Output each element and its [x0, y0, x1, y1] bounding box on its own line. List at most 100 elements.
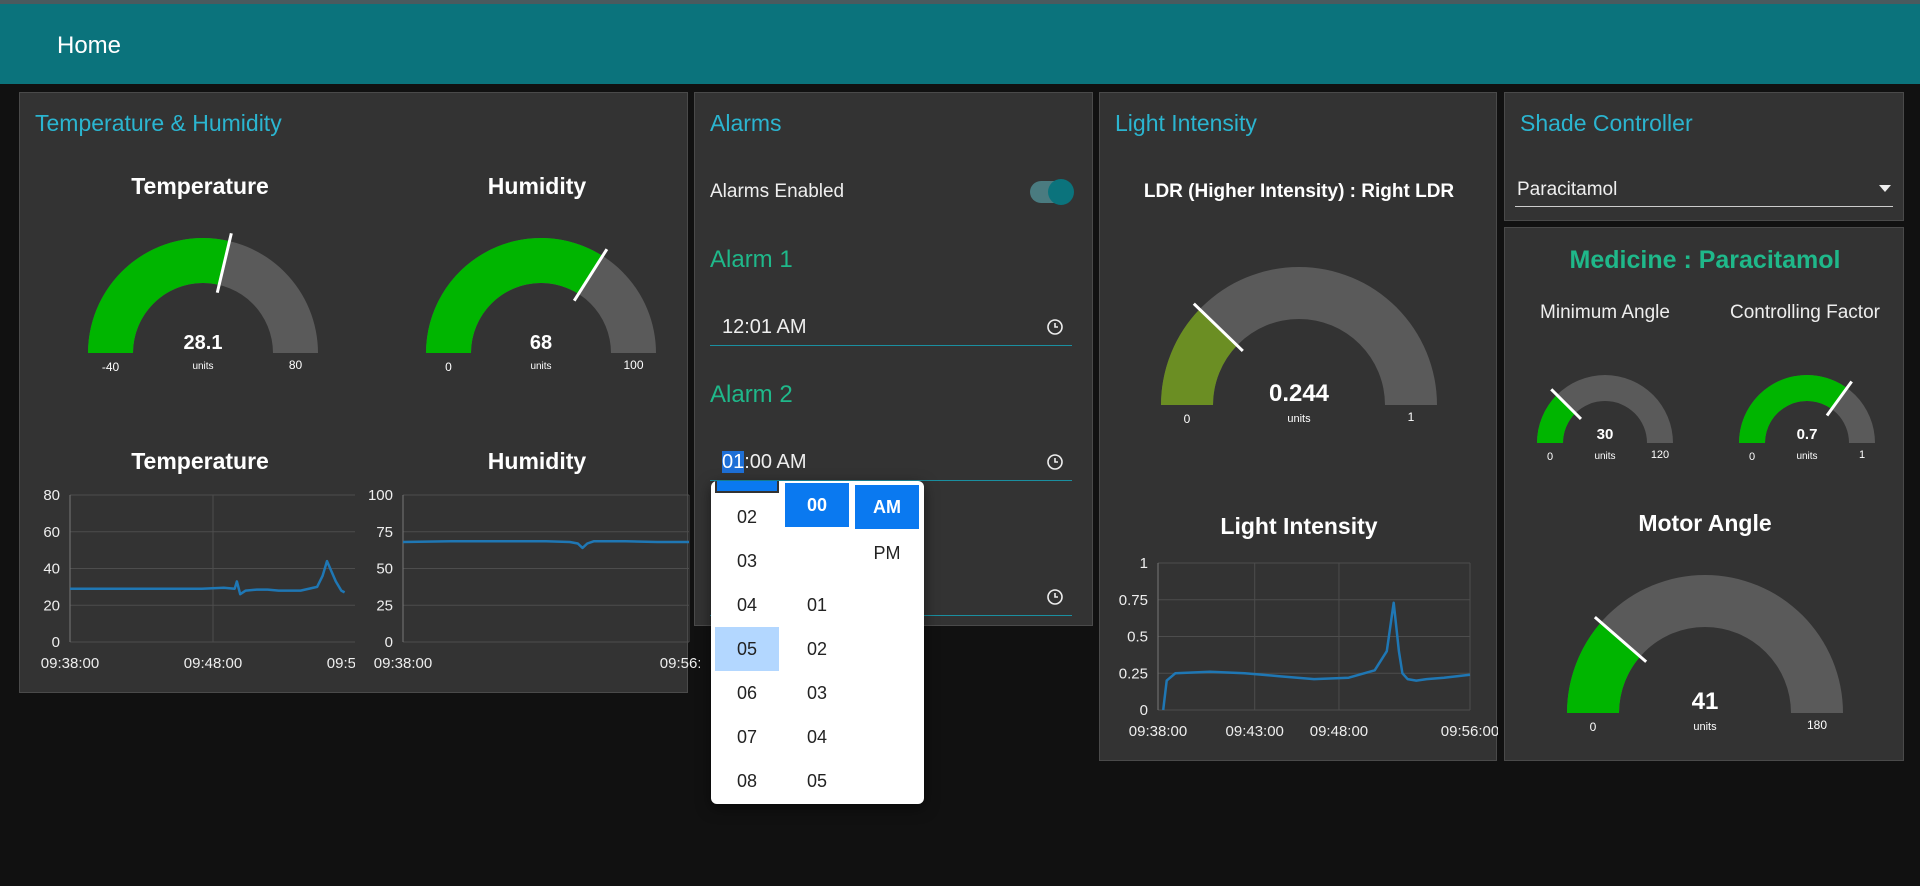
- series-line: [402, 540, 689, 550]
- x-tick-label: 09:48:00: [1310, 723, 1368, 740]
- minute-option-selected[interactable]: 00: [785, 483, 849, 527]
- alarm2-hour-selected[interactable]: 01: [722, 451, 745, 473]
- min-angle-label: Minimum Angle: [1540, 302, 1670, 323]
- alarm1-rest: :01 AM: [744, 316, 807, 338]
- app-header: Home: [0, 4, 1920, 84]
- controlling-factor-label: Controlling Factor: [1730, 302, 1880, 323]
- minute-column[interactable]: 00 01 02 03 04 05: [785, 481, 849, 804]
- y-tick-label: 60: [43, 524, 60, 541]
- gauge-units: units: [1796, 451, 1817, 462]
- x-tick-label: 09:38:00: [374, 655, 432, 672]
- light-intensity-chart: 0 0.25 0.5 0.75 1 09:38:00 09:43:00 09:48:00 09:…: [1119, 555, 1498, 740]
- hour-column[interactable]: 02 03 04 05 06 07 08: [715, 481, 779, 804]
- ldr-label: LDR (Higher Intensity) : Right LDR: [1143, 181, 1455, 202]
- gauge-value: 0.7: [1797, 426, 1818, 443]
- temp-humidity-panel: Temperature & Humidity Temperature Humid…: [19, 92, 700, 693]
- ampm-option[interactable]: PM: [855, 531, 919, 575]
- clock-icon[interactable]: [1046, 588, 1064, 606]
- gauge-max: 180: [1807, 718, 1827, 732]
- alarm1-hour: 12: [722, 316, 745, 338]
- time-picker-dropdown[interactable]: 02 03 04 05 06 07 08 00 01 02 03 04 05 AM PM: [711, 481, 924, 804]
- shade-controller-panel: Shade Controller Paracitamol: [1504, 92, 1904, 221]
- y-tick-label: 0.5: [1127, 629, 1148, 646]
- alarms-enabled-label: Alarms Enabled: [710, 181, 845, 202]
- panel-title: Shade Controller: [1520, 110, 1693, 136]
- hour-option[interactable]: 05: [715, 627, 779, 671]
- panel-title: Light Intensity: [1115, 110, 1257, 136]
- alarms-enabled-toggle[interactable]: [1030, 179, 1074, 205]
- controlling-factor-gauge: 0.7 units 0 1: [1739, 375, 1875, 463]
- minute-option[interactable]: 01: [785, 583, 849, 627]
- ampm-column[interactable]: AM PM: [855, 481, 919, 804]
- minute-option[interactable]: 02: [785, 627, 849, 671]
- toggle-knob: [1048, 179, 1074, 205]
- y-tick-label: 0: [1140, 702, 1148, 719]
- gauge-max: 1: [1859, 449, 1865, 461]
- series-line: [70, 559, 346, 596]
- gauge-units: units: [1594, 451, 1615, 462]
- alarm1-label: Alarm 1: [710, 246, 793, 273]
- temperature-gauge-title: Temperature: [131, 173, 269, 199]
- y-tick-label: 75: [376, 524, 393, 541]
- gauge-units: units: [192, 361, 213, 372]
- x-tick-label: 09:48:00: [184, 655, 242, 672]
- x-tick-label: 09:43:00: [1226, 723, 1284, 740]
- y-tick-label: 0: [52, 634, 60, 651]
- gauge-min: 0: [1184, 412, 1191, 426]
- clock-icon[interactable]: [1046, 318, 1064, 336]
- chevron-down-icon: [1879, 185, 1891, 192]
- medicine-select-value: Paracitamol: [1517, 179, 1618, 200]
- temperature-chart: 0 20 40 60 80 09:38:00 09:48:00 09:58:00: [41, 487, 355, 672]
- panel-title: Alarms: [710, 110, 782, 136]
- medicine-title: Medicine : Paracitamol: [1569, 246, 1841, 274]
- medicine-select[interactable]: Paracitamol: [1515, 175, 1893, 207]
- temperature-chart-title: Temperature: [131, 448, 269, 474]
- temperature-gauge: 28.1 units -40 80: [88, 232, 318, 373]
- hour-option[interactable]: 06: [715, 671, 779, 715]
- gauge-max: 100: [623, 358, 643, 372]
- alarm1-time-value: 12:01 AM: [722, 316, 807, 339]
- y-tick-label: 0: [385, 634, 393, 651]
- alarm1-time-input[interactable]: 12:01 AM: [710, 310, 1072, 346]
- hour-option[interactable]: 08: [715, 759, 779, 803]
- min-angle-gauge: 30 units 0 120: [1537, 375, 1673, 463]
- x-tick-label: 09:56:00: [1441, 723, 1498, 740]
- gauge-value: 41: [1692, 688, 1719, 715]
- alarm2-label: Alarm 2: [710, 381, 793, 408]
- gauge-value: 0.244: [1269, 380, 1330, 407]
- humidity-gauge: 68 units 0 100: [426, 238, 656, 373]
- humidity-chart: 0 25 50 75 100 09:38:00 09:56:00: [368, 487, 700, 672]
- clock-icon[interactable]: [1046, 453, 1064, 471]
- hour-option[interactable]: 07: [715, 715, 779, 759]
- y-tick-label: 1: [1140, 555, 1148, 572]
- y-tick-label: 20: [43, 597, 60, 614]
- gauge-max: 80: [289, 358, 303, 372]
- gauge-min: 0: [1590, 720, 1597, 734]
- y-tick-label: 0.25: [1119, 665, 1148, 682]
- y-tick-label: 50: [376, 561, 393, 578]
- hour-option[interactable]: 02: [715, 495, 779, 539]
- medicine-panel: Medicine : Paracitamol Minimum Angle Con…: [1504, 227, 1904, 761]
- alarm2-time-input[interactable]: 01:00 AM: [710, 445, 1072, 481]
- hour-option[interactable]: 04: [715, 583, 779, 627]
- gauge-value: 68: [530, 332, 552, 354]
- y-tick-label: 0.75: [1119, 592, 1148, 609]
- minute-option[interactable]: 04: [785, 715, 849, 759]
- gauge-min: 0: [1547, 451, 1553, 463]
- motor-angle-gauge: 41 units 0 180: [1567, 575, 1843, 734]
- light-intensity-panel: Light Intensity LDR (Higher Intensity) :…: [1099, 92, 1498, 761]
- hour-option[interactable]: 03: [715, 539, 779, 583]
- minute-option[interactable]: 03: [785, 671, 849, 715]
- gauge-units: units: [1287, 413, 1311, 425]
- panel-title: Temperature & Humidity: [35, 110, 282, 136]
- x-tick-label: 09:58:00: [327, 655, 355, 672]
- minute-option[interactable]: 05: [785, 759, 849, 803]
- alarm2-rest: :00 AM: [744, 451, 807, 473]
- page-title: Home: [57, 32, 122, 59]
- gauge-max: 120: [1651, 449, 1669, 461]
- y-tick-label: 25: [376, 597, 393, 614]
- light-chart-title: Light Intensity: [1220, 513, 1378, 539]
- motor-angle-title: Motor Angle: [1638, 510, 1772, 536]
- ampm-option[interactable]: AM: [855, 485, 919, 529]
- gauge-min: -40: [102, 360, 120, 373]
